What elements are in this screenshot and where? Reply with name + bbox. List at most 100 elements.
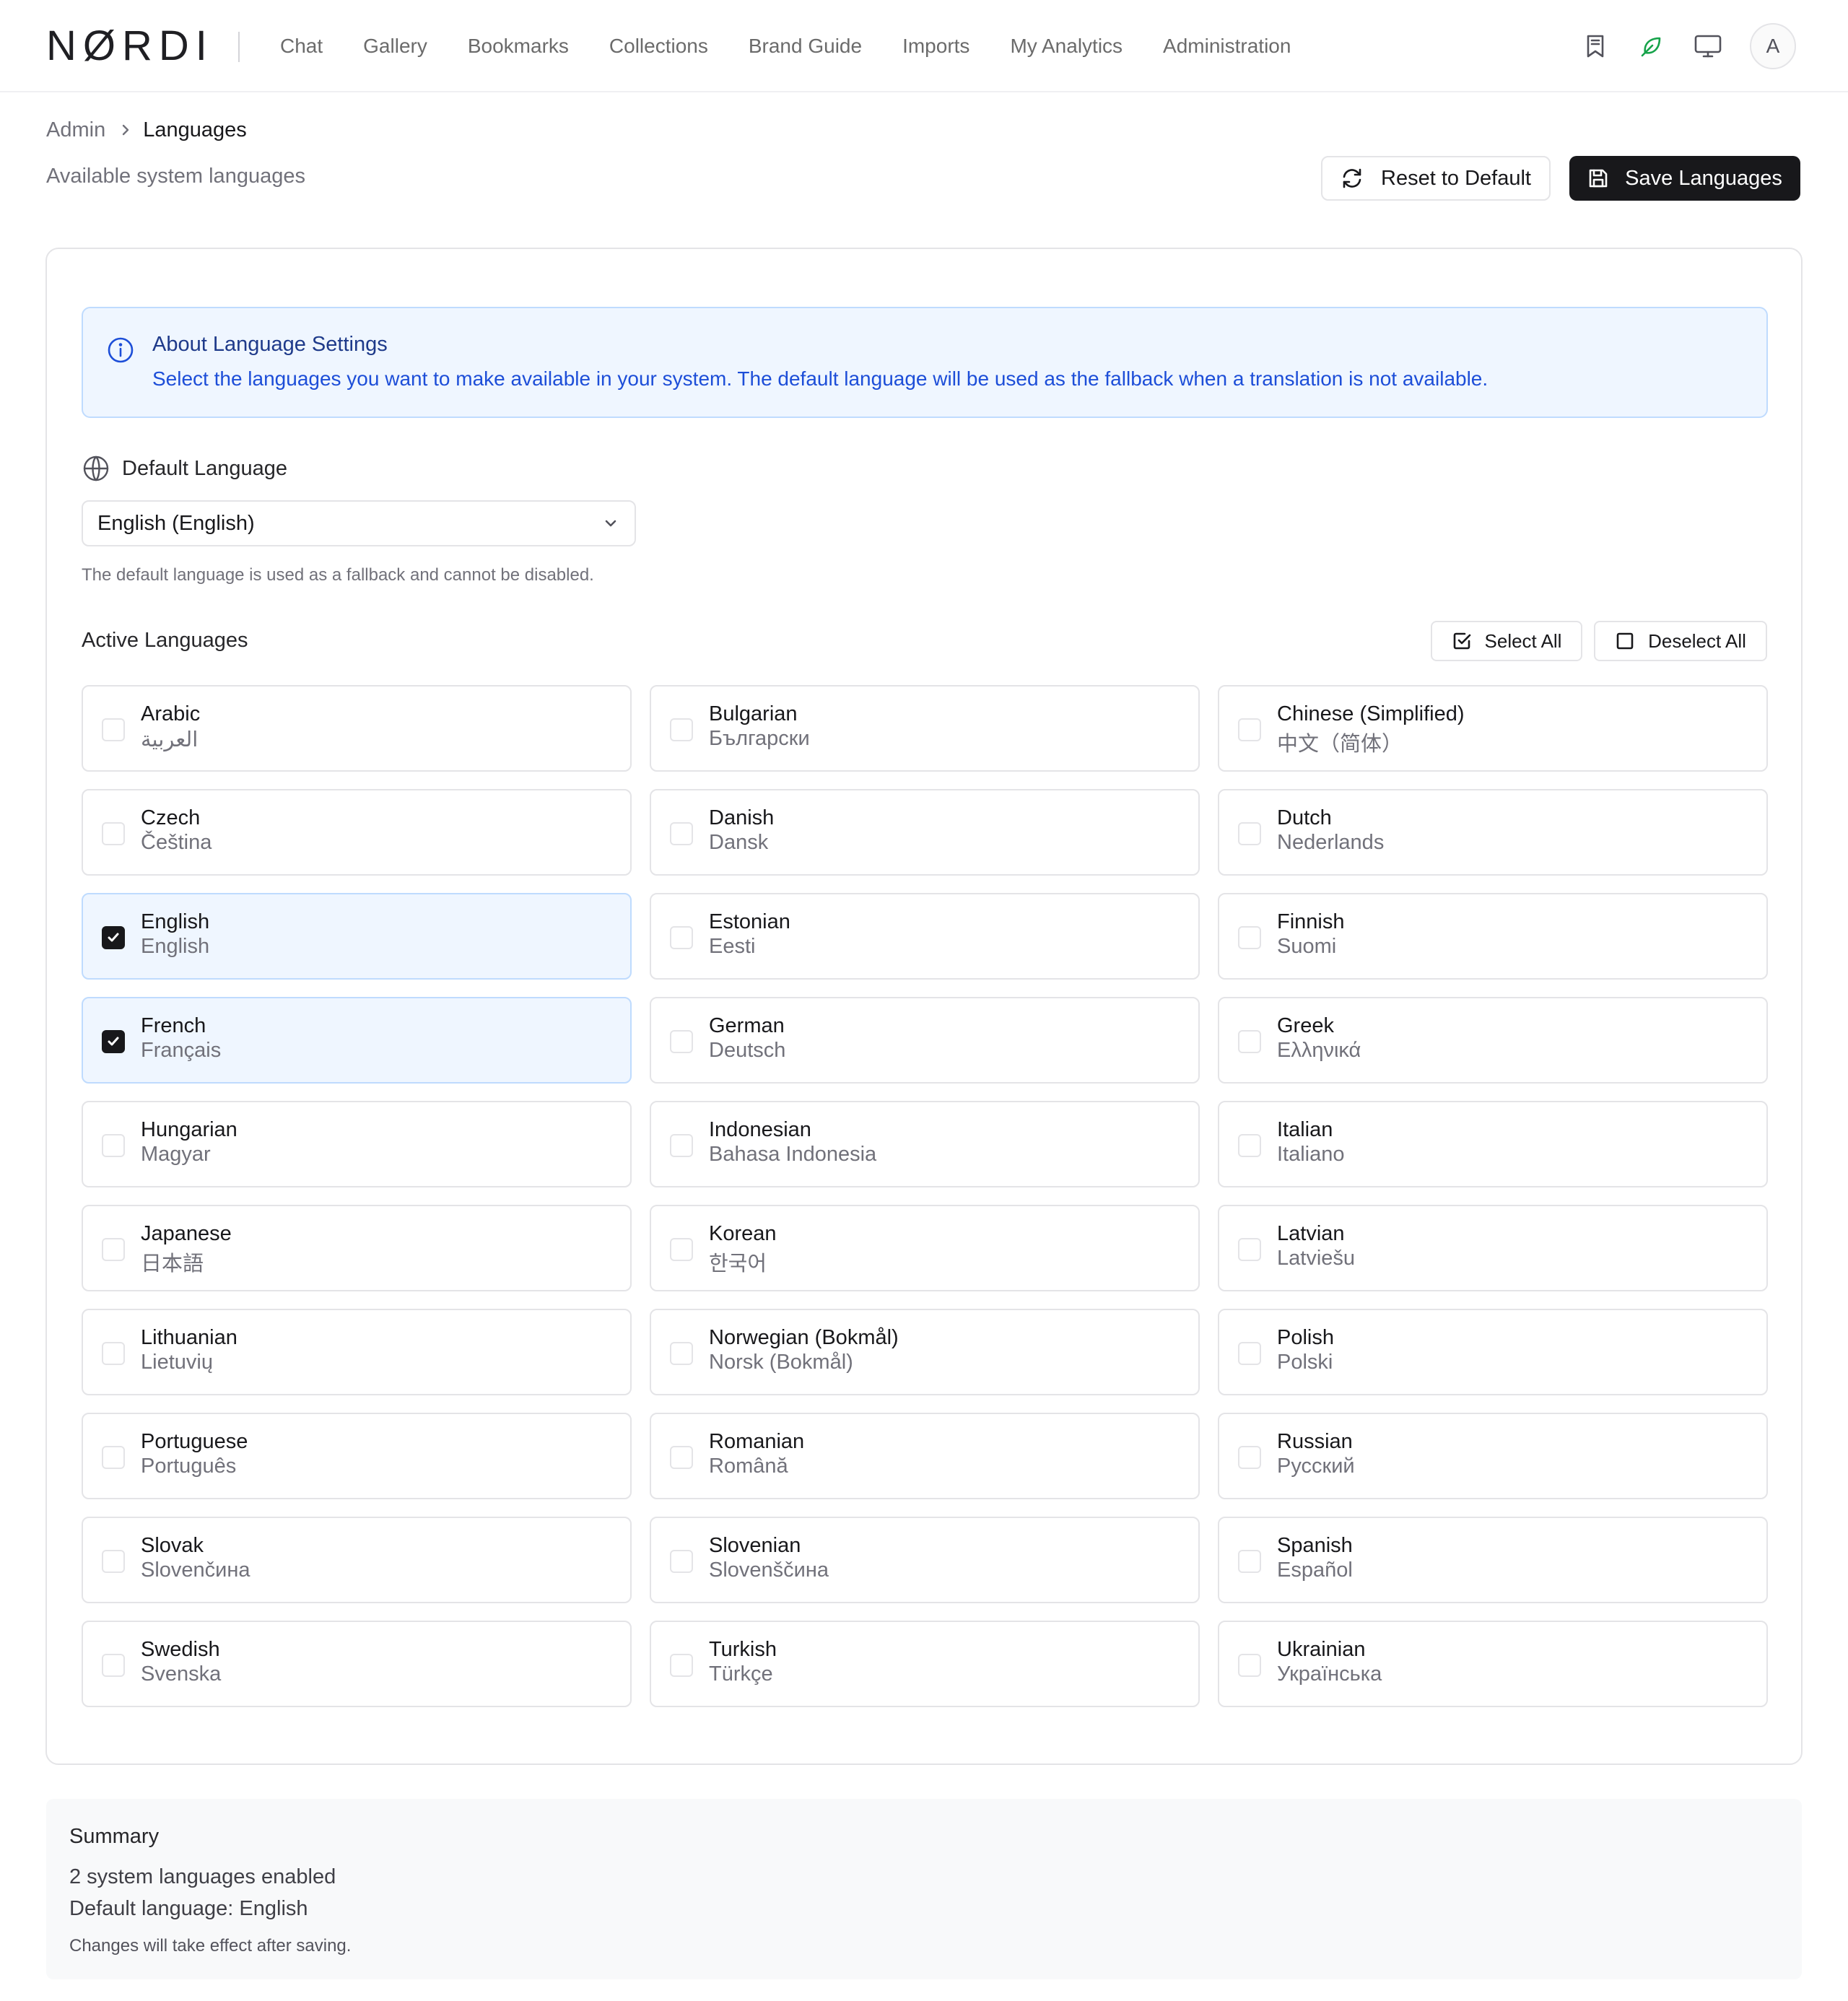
language-checkbox[interactable] — [670, 1654, 693, 1677]
language-checkbox[interactable] — [102, 1342, 125, 1365]
language-checkbox[interactable] — [102, 822, 125, 845]
language-checkbox[interactable] — [1238, 1446, 1261, 1469]
chevron-down-icon — [601, 514, 620, 533]
info-alert: About Language Settings Select the langu… — [82, 307, 1768, 418]
language-option-finnish[interactable]: Finnish Suomi — [1218, 893, 1768, 980]
language-option-german[interactable]: German Deutsch — [650, 997, 1200, 1084]
language-checkbox[interactable] — [102, 718, 125, 741]
leaf-icon[interactable] — [1636, 30, 1668, 62]
language-checkbox[interactable] — [102, 1134, 125, 1157]
language-option-arabic[interactable]: Arabic العربية — [82, 685, 632, 772]
default-language-value: English (English) — [97, 511, 255, 535]
language-option-spanish[interactable]: Spanish Español — [1218, 1517, 1768, 1603]
select-all-button[interactable]: Select All — [1431, 621, 1582, 661]
language-checkbox[interactable] — [670, 1550, 693, 1573]
nav-item-imports[interactable]: Imports — [902, 35, 969, 58]
language-option-turkish[interactable]: Turkish Türkçe — [650, 1621, 1200, 1707]
nav-item-administration[interactable]: Administration — [1163, 35, 1291, 58]
language-checkbox[interactable] — [102, 926, 125, 949]
active-languages-title: Active Languages — [82, 629, 248, 652]
info-icon — [106, 336, 135, 365]
language-checkbox[interactable] — [1238, 1238, 1261, 1261]
language-checkbox[interactable] — [102, 1030, 125, 1053]
language-option-romanian[interactable]: Romanian Română — [650, 1413, 1200, 1499]
language-option-danish[interactable]: Danish Dansk — [650, 789, 1200, 876]
refresh-icon — [1341, 167, 1364, 190]
language-checkbox[interactable] — [1238, 1030, 1261, 1053]
language-option-english[interactable]: English English — [82, 893, 632, 980]
language-native-name: Български — [709, 727, 810, 750]
language-native-name: Bahasa Indonesia — [709, 1143, 877, 1166]
language-checkbox[interactable] — [670, 1238, 693, 1261]
language-option-japanese[interactable]: Japanese 日本語 — [82, 1205, 632, 1291]
language-checkbox[interactable] — [1238, 1550, 1261, 1573]
language-checkbox[interactable] — [1238, 1342, 1261, 1365]
language-option-swedish[interactable]: Swedish Svenska — [82, 1621, 632, 1707]
language-native-name: Dansk — [709, 831, 769, 854]
language-option-czech[interactable]: Czech Čeština — [82, 789, 632, 876]
reset-to-default-button[interactable]: Reset to Default — [1321, 156, 1551, 201]
language-option-italian[interactable]: Italian Italiano — [1218, 1101, 1768, 1187]
language-option-estonian[interactable]: Estonian Eesti — [650, 893, 1200, 980]
language-checkbox[interactable] — [102, 1550, 125, 1573]
language-checkbox[interactable] — [102, 1654, 125, 1677]
language-native-name: Italiano — [1277, 1143, 1345, 1166]
language-checkbox[interactable] — [670, 822, 693, 845]
language-checkbox[interactable] — [670, 1134, 693, 1157]
monitor-icon[interactable] — [1692, 30, 1724, 62]
nav-item-chat[interactable]: Chat — [280, 35, 323, 58]
nav-item-gallery[interactable]: Gallery — [363, 35, 427, 58]
language-name: Polish — [1277, 1326, 1334, 1349]
language-option-bulgarian[interactable]: Bulgarian Български — [650, 685, 1200, 772]
summary-enabled-count: 2 system languages enabled — [69, 1865, 336, 1888]
language-checkbox[interactable] — [670, 926, 693, 949]
save-languages-button[interactable]: Save Languages — [1569, 156, 1800, 201]
nav-item-my-analytics[interactable]: My Analytics — [1010, 35, 1123, 58]
language-checkbox[interactable] — [670, 1342, 693, 1365]
deselect-all-button[interactable]: Deselect All — [1594, 621, 1767, 661]
language-checkbox[interactable] — [1238, 1134, 1261, 1157]
language-checkbox[interactable] — [102, 1238, 125, 1261]
language-option-norwegian-bokm-l[interactable]: Norwegian (Bokmål) Norsk (Bokmål) — [650, 1309, 1200, 1395]
language-native-name: Polski — [1277, 1351, 1333, 1374]
breadcrumb-admin-link[interactable]: Admin — [46, 118, 105, 142]
language-option-korean[interactable]: Korean 한국어 — [650, 1205, 1200, 1291]
language-native-name: Čeština — [141, 831, 212, 854]
language-checkbox[interactable] — [670, 718, 693, 741]
language-option-chinese-simplified[interactable]: Chinese (Simplified) 中文（简体） — [1218, 685, 1768, 772]
language-checkbox[interactable] — [1238, 822, 1261, 845]
language-option-hungarian[interactable]: Hungarian Magyar — [82, 1101, 632, 1187]
language-checkbox[interactable] — [670, 1030, 693, 1053]
language-option-slovak[interactable]: Slovak Slovenčина — [82, 1517, 632, 1603]
language-name: Turkish — [709, 1638, 777, 1661]
nav-item-bookmarks[interactable]: Bookmarks — [468, 35, 569, 58]
language-option-russian[interactable]: Russian Русский — [1218, 1413, 1768, 1499]
language-name: Italian — [1277, 1118, 1333, 1141]
language-option-greek[interactable]: Greek Ελληνικά — [1218, 997, 1768, 1084]
language-native-name: Français — [141, 1039, 222, 1062]
language-checkbox[interactable] — [102, 1446, 125, 1469]
language-option-latvian[interactable]: Latvian Latviešu — [1218, 1205, 1768, 1291]
language-name: Bulgarian — [709, 702, 798, 725]
language-option-lithuanian[interactable]: Lithuanian Lietuvių — [82, 1309, 632, 1395]
language-checkbox[interactable] — [1238, 926, 1261, 949]
language-checkbox[interactable] — [670, 1446, 693, 1469]
language-option-portuguese[interactable]: Portuguese Português — [82, 1413, 632, 1499]
nav-item-collections[interactable]: Collections — [609, 35, 708, 58]
nav-item-brand-guide[interactable]: Brand Guide — [749, 35, 862, 58]
language-name: Indonesian — [709, 1118, 811, 1141]
user-avatar[interactable]: A — [1750, 23, 1796, 69]
language-option-indonesian[interactable]: Indonesian Bahasa Indonesia — [650, 1101, 1200, 1187]
language-checkbox[interactable] — [1238, 1654, 1261, 1677]
default-language-select[interactable]: English (English) — [82, 500, 636, 546]
language-option-slovenian[interactable]: Slovenian Slovenščина — [650, 1517, 1200, 1603]
language-option-polish[interactable]: Polish Polski — [1218, 1309, 1768, 1395]
language-option-french[interactable]: French Français — [82, 997, 632, 1084]
select-all-label: Select All — [1484, 629, 1562, 652]
bookmark-icon[interactable] — [1579, 30, 1611, 62]
language-checkbox[interactable] — [1238, 718, 1261, 741]
language-option-ukrainian[interactable]: Ukrainian Українська — [1218, 1621, 1768, 1707]
app-logo[interactable]: NØRDI — [46, 25, 214, 67]
checkbox-empty-icon — [1615, 631, 1635, 651]
language-option-dutch[interactable]: Dutch Nederlands — [1218, 789, 1768, 876]
